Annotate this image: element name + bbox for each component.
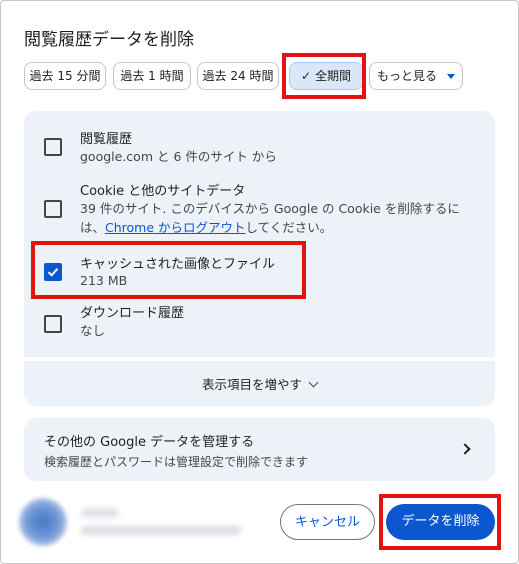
caret-down-icon (447, 74, 455, 79)
chip-last-15-minutes[interactable]: 過去 15 分間 (24, 62, 106, 90)
checkbox-download-history[interactable] (44, 315, 62, 333)
checkmark-icon (47, 268, 59, 277)
show-more-label: 表示項目を増やす (24, 374, 495, 393)
subtitle-text: してください。 (245, 220, 333, 235)
checkmark-icon: ✓ (300, 69, 312, 83)
option-subtitle: なし (80, 323, 106, 338)
data-type-options: 閲覧履歴 google.com と 6 件のサイト から Cookie と他のサ… (24, 111, 495, 357)
manage-google-data-row[interactable]: その他の Google データを管理する 検索履歴とパスワードは管理設定で削除で… (24, 418, 495, 481)
chevron-down-icon (308, 377, 319, 388)
account-name-blurred (81, 509, 119, 517)
chip-more-options[interactable]: もっと見る (369, 62, 463, 90)
option-cookies[interactable]: Cookie と他のサイトデータ 39 件のサイト. このデバイスから Goog… (24, 173, 495, 243)
manage-title: その他の Google データを管理する (44, 435, 255, 450)
checkbox-cached-images[interactable] (44, 263, 62, 281)
chip-label: 過去 24 時間 (202, 69, 274, 83)
account-email-blurred (81, 526, 241, 535)
chip-label: 全期間 (315, 69, 352, 83)
option-title: 閲覧履歴 (80, 132, 133, 147)
chip-all-time[interactable]: ✓ 全期間 (289, 62, 363, 90)
option-title: ダウンロード履歴 (80, 306, 185, 321)
delete-data-button[interactable]: データを削除 (386, 504, 495, 540)
cancel-button[interactable]: キャンセル (280, 504, 375, 540)
option-browsing-history[interactable]: 閲覧履歴 google.com と 6 件のサイト から (24, 111, 495, 173)
chip-last-hour[interactable]: 過去 1 時間 (113, 62, 191, 90)
dialog-title: 閲覧履歴データを削除 (24, 30, 194, 50)
option-title: キャッシュされた画像とファイル (80, 257, 276, 272)
option-subtitle: 39 件のサイト. このデバイスから Google の Cookie を削除する… (80, 199, 480, 237)
chip-label: 過去 1 時間 (120, 69, 184, 83)
option-subtitle: google.com と 6 件のサイト から (80, 149, 277, 164)
checkbox-cookies[interactable] (44, 200, 62, 218)
clear-browsing-data-dialog: 閲覧履歴データを削除 過去 15 分間 過去 1 時間 過去 24 時間 ✓ 全期… (0, 0, 519, 564)
show-more-button[interactable]: 表示項目を増やす (24, 361, 495, 406)
option-download-history[interactable]: ダウンロード履歴 なし (24, 299, 495, 357)
manage-subtitle: 検索履歴とパスワードは管理設定で削除できます (44, 455, 309, 469)
avatar (19, 498, 67, 546)
account-info (19, 498, 259, 548)
option-cached-images[interactable]: キャッシュされた画像とファイル 213 MB (24, 243, 495, 299)
option-title: Cookie と他のサイトデータ (80, 184, 246, 199)
option-subtitle: 213 MB (80, 273, 128, 288)
chevron-right-icon (459, 443, 471, 455)
chip-label: もっと見る (376, 69, 437, 83)
chip-last-24-hours[interactable]: 過去 24 時間 (197, 62, 279, 90)
chip-label: 過去 15 分間 (29, 69, 101, 83)
checkbox-browsing-history[interactable] (44, 138, 62, 156)
chrome-logout-link[interactable]: Chrome からログアウト (105, 220, 246, 235)
